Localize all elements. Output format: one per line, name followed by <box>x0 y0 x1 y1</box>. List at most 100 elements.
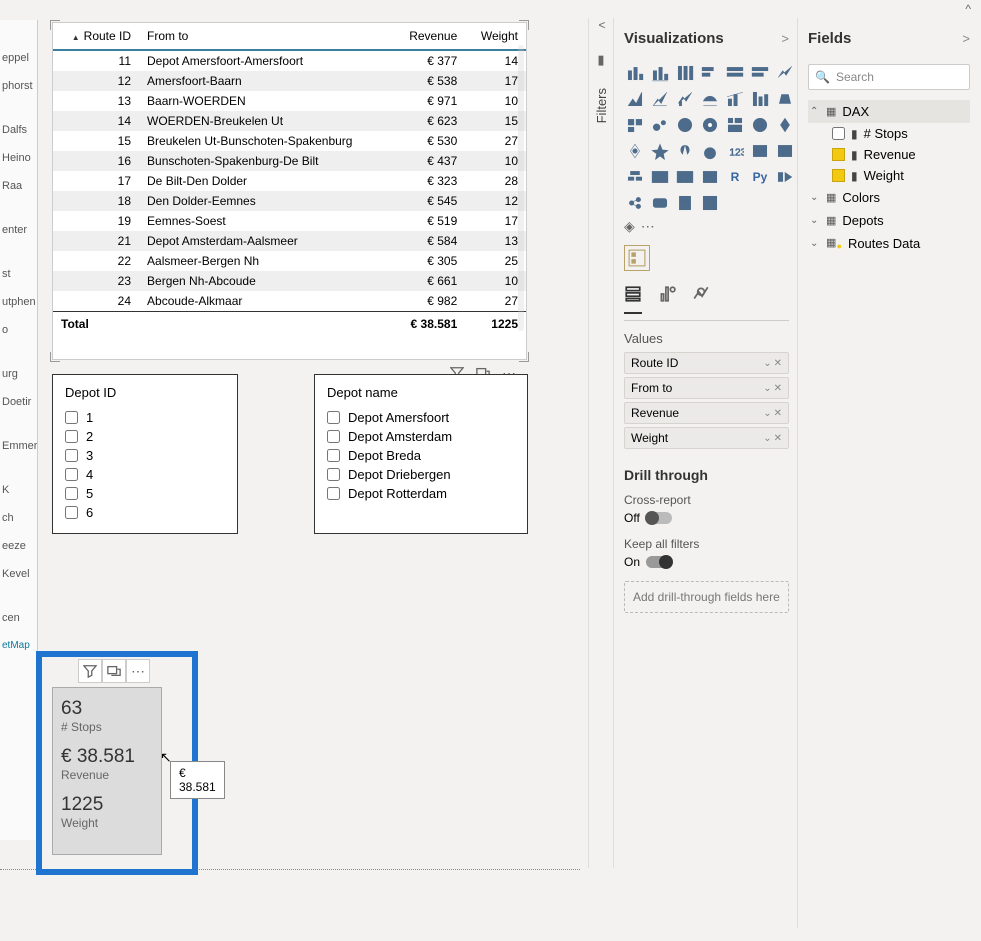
viz-type-button[interactable] <box>699 192 721 214</box>
viz-type-button[interactable]: 123 <box>724 140 746 162</box>
field-well[interactable]: Route ID⌄ ✕ <box>624 352 789 374</box>
fields-search-input[interactable]: 🔍 Search <box>808 64 970 90</box>
field-well[interactable]: From to⌄ ✕ <box>624 377 789 399</box>
scrollbar[interactable] <box>518 45 524 331</box>
viz-type-button[interactable] <box>624 166 646 188</box>
resize-handle[interactable] <box>519 352 529 362</box>
viz-type-button[interactable]: Py <box>749 166 771 188</box>
resize-handle[interactable] <box>50 352 60 362</box>
viz-type-button[interactable] <box>649 114 671 136</box>
col-from-to[interactable]: From to <box>139 23 392 50</box>
viz-type-button[interactable] <box>699 140 721 162</box>
viz-type-button[interactable] <box>624 88 646 110</box>
viz-type-button[interactable] <box>699 62 721 84</box>
caret-icon[interactable]: ⌄ <box>810 192 820 203</box>
viz-type-button[interactable] <box>674 166 696 188</box>
table-row[interactable]: 22Aalsmeer-Bergen Nh€ 30525 <box>53 251 526 271</box>
focus-mode-icon[interactable] <box>102 659 126 683</box>
table-node[interactable]: ⌄▦Depots <box>808 209 970 232</box>
viz-type-button[interactable] <box>774 62 796 84</box>
field-item[interactable]: ▮# Stops <box>808 123 970 144</box>
viz-type-button[interactable] <box>624 140 646 162</box>
filters-pane-collapsed[interactable]: < ▮ Filters <box>588 18 614 868</box>
remove-field-icon[interactable]: ✕ <box>774 383 782 394</box>
resize-handle[interactable] <box>519 20 529 30</box>
slicer-item[interactable]: Depot Amsterdam <box>327 427 515 446</box>
viz-type-button[interactable] <box>774 140 796 162</box>
table-row[interactable]: 16Bunschoten-Spakenburg-De Bilt€ 43710 <box>53 151 526 171</box>
expand-filters-icon[interactable]: < <box>589 18 615 42</box>
cross-report-toggle[interactable]: Off <box>624 511 789 525</box>
slicer-depot-id[interactable]: Depot ID 1 2 3 4 5 6 <box>52 374 238 534</box>
remove-field-icon[interactable]: ✕ <box>774 358 782 369</box>
viz-type-button[interactable] <box>749 114 771 136</box>
table-row[interactable]: 14WOERDEN-Breukelen Ut€ 62315 <box>53 111 526 131</box>
field-well[interactable]: Weight⌄ ✕ <box>624 427 789 449</box>
col-weight[interactable]: Weight <box>465 23 526 50</box>
field-checkbox[interactable] <box>832 127 845 140</box>
table-node[interactable]: ⌄▦Colors <box>808 186 970 209</box>
chevron-down-icon[interactable]: ⌄ <box>763 383 771 394</box>
viz-type-button[interactable] <box>674 192 696 214</box>
viz-type-button[interactable] <box>674 140 696 162</box>
drill-through-dropzone[interactable]: Add drill-through fields here <box>624 581 789 613</box>
viz-type-button[interactable] <box>624 62 646 84</box>
caret-icon[interactable]: ⌄ <box>810 215 820 226</box>
viz-type-button[interactable] <box>724 88 746 110</box>
collapse-ribbon-caret[interactable]: ^ <box>965 2 971 16</box>
col-revenue[interactable]: Revenue <box>392 23 465 50</box>
filter-icon[interactable] <box>78 659 102 683</box>
collapse-pane-icon[interactable]: > <box>781 31 789 46</box>
report-canvas[interactable]: eppelphorstDalfsHeinoRaaenterstutphenour… <box>0 0 580 870</box>
resize-handle[interactable] <box>50 20 60 30</box>
viz-type-button[interactable] <box>749 140 771 162</box>
viz-type-button[interactable] <box>699 166 721 188</box>
viz-type-button[interactable] <box>624 114 646 136</box>
chevron-down-icon[interactable]: ⌄ <box>763 408 771 419</box>
viz-type-button[interactable] <box>649 88 671 110</box>
viz-type-button[interactable] <box>674 88 696 110</box>
table-row[interactable]: 11Depot Amersfoort-Amersfoort€ 37714 <box>53 50 526 71</box>
viz-type-button[interactable] <box>649 166 671 188</box>
chevron-down-icon[interactable]: ⌄ <box>763 433 771 444</box>
slicer-item[interactable]: 6 <box>65 503 225 522</box>
custom-visual-icon[interactable]: ◈ <box>624 218 635 235</box>
table-node[interactable]: ⌃▦DAX <box>808 100 970 123</box>
remove-field-icon[interactable]: ✕ <box>774 433 782 444</box>
viz-type-button[interactable] <box>649 62 671 84</box>
keep-filters-toggle[interactable]: On <box>624 555 789 569</box>
field-well[interactable]: Revenue⌄ ✕ <box>624 402 789 424</box>
viz-type-button[interactable] <box>624 192 646 214</box>
slicer-item[interactable]: 2 <box>65 427 225 446</box>
viz-type-button[interactable] <box>774 88 796 110</box>
table-row[interactable]: 19Eemnes-Soest€ 51917 <box>53 211 526 231</box>
caret-icon[interactable]: ⌃ <box>810 106 820 117</box>
slicer-item[interactable]: Depot Amersfoort <box>327 408 515 427</box>
viz-type-button[interactable] <box>674 62 696 84</box>
fields-tab[interactable] <box>624 285 642 314</box>
viz-type-button[interactable] <box>724 62 746 84</box>
more-visuals-icon[interactable]: ⋯ <box>641 218 655 235</box>
slicer-item[interactable]: 1 <box>65 408 225 427</box>
slicer-item[interactable]: 4 <box>65 465 225 484</box>
format-tab[interactable] <box>658 285 676 314</box>
viz-type-button[interactable] <box>774 166 796 188</box>
table-row[interactable]: 17De Bilt-Den Dolder€ 32328 <box>53 171 526 191</box>
remove-field-icon[interactable]: ✕ <box>774 408 782 419</box>
table-row[interactable]: 12Amersfoort-Baarn€ 53817 <box>53 71 526 91</box>
field-item[interactable]: ▮Weight <box>808 165 970 186</box>
viz-type-button[interactable] <box>699 114 721 136</box>
slicer-depot-name[interactable]: Depot name Depot Amersfoort Depot Amster… <box>314 374 528 534</box>
checkbox-checked-icon[interactable] <box>832 169 845 182</box>
checkbox-checked-icon[interactable] <box>832 148 845 161</box>
viz-type-button[interactable] <box>774 114 796 136</box>
viz-type-button[interactable] <box>649 140 671 162</box>
field-item[interactable]: ▮Revenue <box>808 144 970 165</box>
table-row[interactable]: 21Depot Amsterdam-Aalsmeer€ 58413 <box>53 231 526 251</box>
collapse-pane-icon[interactable]: > <box>962 31 970 46</box>
table-row[interactable]: 24Abcoude-Alkmaar€ 98227 <box>53 291 526 312</box>
table-row[interactable]: 18Den Dolder-Eemnes€ 54512 <box>53 191 526 211</box>
caret-icon[interactable]: ⌄ <box>810 238 820 249</box>
viz-type-button[interactable] <box>699 88 721 110</box>
card-visual-selected[interactable]: ⋯ 63# Stops€ 38.581Revenue1225Weight ↖ €… <box>36 651 198 875</box>
